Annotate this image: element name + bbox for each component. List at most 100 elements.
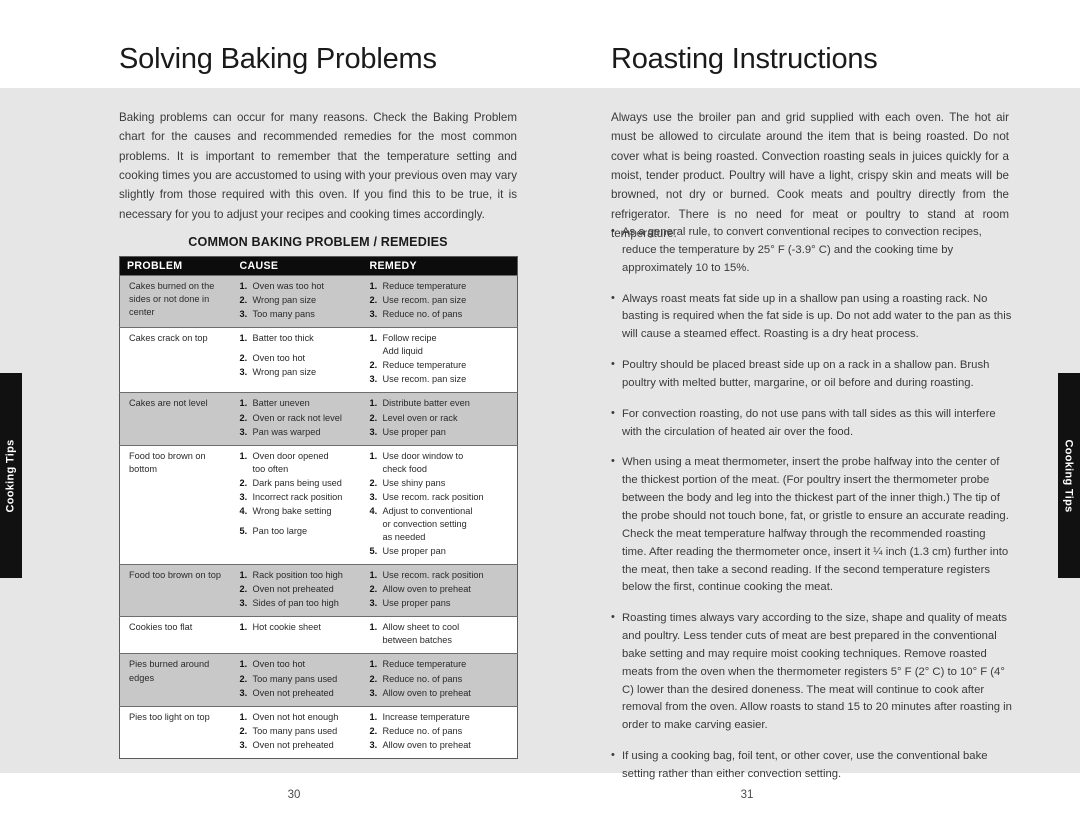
remedy-item-number: 4. — [369, 505, 378, 516]
document-page: Cooking Tips Cooking Tips Solving Baking… — [0, 0, 1080, 834]
remedy-item: 3. Use proper pan — [370, 426, 514, 439]
remedy-item-number: 1. — [369, 450, 378, 461]
remedy-item: 3. Use proper pans — [370, 597, 514, 610]
left-page-number: 30 — [287, 789, 301, 801]
table-row: Cakes burned on the sides or not done in… — [119, 275, 518, 328]
remedy-list: 1. Use door window to check food 2. Use shin… — [370, 450, 514, 559]
right-page-number: 31 — [740, 789, 754, 801]
remedy-item: 1. Increase temperature — [370, 711, 514, 724]
cause-item: 3. Sides of pan too high — [240, 597, 359, 610]
remedy-item: 1. Distribute batter even — [370, 397, 514, 410]
remedy-item-number: 3. — [369, 598, 378, 609]
roasting-bullet-item: Roasting times always vary according to … — [611, 609, 1013, 735]
remedy-item-text: Use recom. pan size — [382, 295, 467, 306]
remedy-item-number: 3. — [369, 739, 378, 750]
cause-item-number: 1. — [239, 450, 248, 461]
remedy-item-text: Reduce no. of pans — [382, 725, 463, 736]
remedy-item: 3. Allow oven to preheat — [370, 739, 514, 752]
cause-item-number: 2. — [239, 477, 248, 488]
remedy-item-number: 2. — [369, 477, 378, 488]
cause-item-text: Batter uneven — [252, 398, 310, 409]
remedy-item: 3. Allow oven to preheat — [370, 687, 514, 700]
cell-problem: Cakes are not level — [119, 392, 233, 446]
remedy-item-subtext: between batches — [382, 635, 452, 646]
cell-problem: Food too brown on bottom — [119, 445, 233, 565]
remedy-item: 1. Use recom. rack position — [370, 569, 514, 582]
cause-item: 4. Wrong bake setting — [240, 505, 359, 518]
remedy-item-text: Increase temperature — [382, 711, 470, 722]
column-header-cause: CAUSE — [232, 256, 363, 276]
remedy-item: 1. Follow recipe Add liquid — [370, 332, 514, 358]
table-body: Cakes burned on the sides or not done in… — [119, 275, 518, 759]
remedy-item-number: 1. — [369, 398, 378, 409]
cause-item-number: 3. — [239, 426, 248, 437]
cell-remedy: 1. Allow sheet to cool between batches — [362, 616, 518, 654]
cause-item-number: 1. — [239, 659, 248, 670]
remedy-item-text: Reduce temperature — [382, 360, 467, 371]
roasting-bullet-item: Always roast meats fat side up in a shal… — [611, 290, 1013, 345]
cell-remedy: 1. Reduce temperature 2. Reduce no. of pans… — [362, 653, 518, 707]
cause-item-text: Batter too thick — [252, 333, 314, 344]
cause-item-number: 3. — [239, 739, 248, 750]
remedy-list: 1. Use recom. rack position 2. Allow oven t… — [370, 569, 514, 610]
remedy-item-text: Reduce no. of pans — [382, 309, 463, 320]
remedy-item-number: 2. — [369, 295, 378, 306]
remedy-item-number: 1. — [369, 333, 378, 344]
roasting-bullet-item: As a general rule, to convert convention… — [611, 223, 1013, 278]
remedy-item-subtext: Add liquid — [382, 346, 423, 357]
remedy-item-number: 1. — [369, 659, 378, 670]
remedy-item-text: Reduce temperature — [382, 281, 467, 291]
remedy-list: 1. Increase temperature 2. Reduce no. of pa… — [370, 711, 514, 752]
thumb-tab-cooking-tips-right[interactable]: Cooking Tips — [1058, 373, 1080, 578]
cell-problem: Cakes burned on the sides or not done in… — [119, 275, 233, 328]
remedy-item: 4. Adjust to conventional or convection se… — [370, 505, 514, 544]
cause-item-number: 3. — [239, 367, 248, 378]
remedy-item: 2. Level oven or rack — [370, 412, 514, 425]
remedy-item-text: Distribute batter even — [382, 398, 470, 409]
remedy-item: 2. Reduce no. of pans — [370, 725, 514, 738]
cause-item-text: Oven or rack not level — [252, 412, 342, 423]
left-page-title: Solving Baking Problems — [119, 43, 437, 75]
cause-item-text: Too many pans used — [252, 725, 338, 736]
remedy-item: 1. Reduce temperature — [370, 658, 514, 671]
cause-item-number: 2. — [239, 584, 248, 595]
thumb-tab-cooking-tips-left[interactable]: Cooking Tips — [0, 373, 22, 578]
remedy-item-text: Use recom. rack position — [382, 491, 484, 502]
cause-item: 2. Too many pans used — [240, 725, 359, 738]
remedy-item-text: Allow sheet to cool between batches — [383, 621, 514, 647]
roasting-bullet-item: Poultry should be placed breast side up … — [611, 356, 1013, 393]
remedy-item: 1. Allow sheet to cool between batches — [370, 621, 514, 647]
remedy-item-text: Level oven or rack — [382, 412, 458, 423]
remedy-item-number: 3. — [369, 491, 378, 502]
baking-problem-table-heading: COMMON BAKING PROBLEM / REMEDIES — [188, 235, 448, 249]
cause-item: 2. Oven too hot — [240, 352, 359, 365]
cause-item: 1. Oven not hot enough — [240, 711, 359, 724]
remedy-list: 1. Allow sheet to cool between batches — [370, 621, 514, 647]
cell-remedy: 1. Reduce temperature 2. Use recom. pan siz… — [362, 275, 518, 328]
cause-list: 1. Oven was too hot 2. Wrong pan size 3. Too … — [240, 280, 359, 321]
remedy-item-subtext: or convection setting — [382, 518, 467, 529]
cause-item-number: 1. — [239, 398, 248, 409]
remedy-item-number: 3. — [369, 426, 378, 437]
cause-item-number: 2. — [239, 295, 248, 306]
remedy-item-text: Use door window to check food — [383, 450, 514, 476]
remedy-item-text: Allow oven to preheat — [382, 687, 471, 698]
cause-item-text: Dark pans being used — [252, 477, 342, 488]
remedy-item-number: 1. — [369, 622, 378, 633]
cause-item-text: Incorrect rack position — [252, 491, 343, 502]
cause-item-number: 3. — [239, 598, 248, 609]
cause-item-number: 2. — [239, 353, 248, 364]
cause-item-text: Oven too hot — [252, 353, 306, 364]
cause-item: 2. Oven or rack not level — [240, 412, 359, 425]
remedy-item-text: Reduce no. of pans — [382, 673, 463, 684]
page-spine-divider — [539, 88, 541, 773]
cause-item-text: Oven not preheated — [252, 739, 334, 750]
cause-item-text: Wrong bake setting — [252, 505, 332, 516]
table-row: Food too brown on bottom 1. Oven door open… — [119, 445, 518, 565]
table-row: Cakes crack on top 1. Batter too thick 2. Ov… — [119, 327, 518, 393]
remedy-item-number: 1. — [369, 711, 378, 722]
remedy-list: 1. Distribute batter even 2. Level oven or … — [370, 397, 514, 438]
cause-item-text: Oven not hot enough — [252, 711, 339, 722]
table-head: PROBLEM CAUSE REMEDY — [119, 256, 518, 276]
cause-item-text: Wrong pan size — [252, 295, 317, 306]
